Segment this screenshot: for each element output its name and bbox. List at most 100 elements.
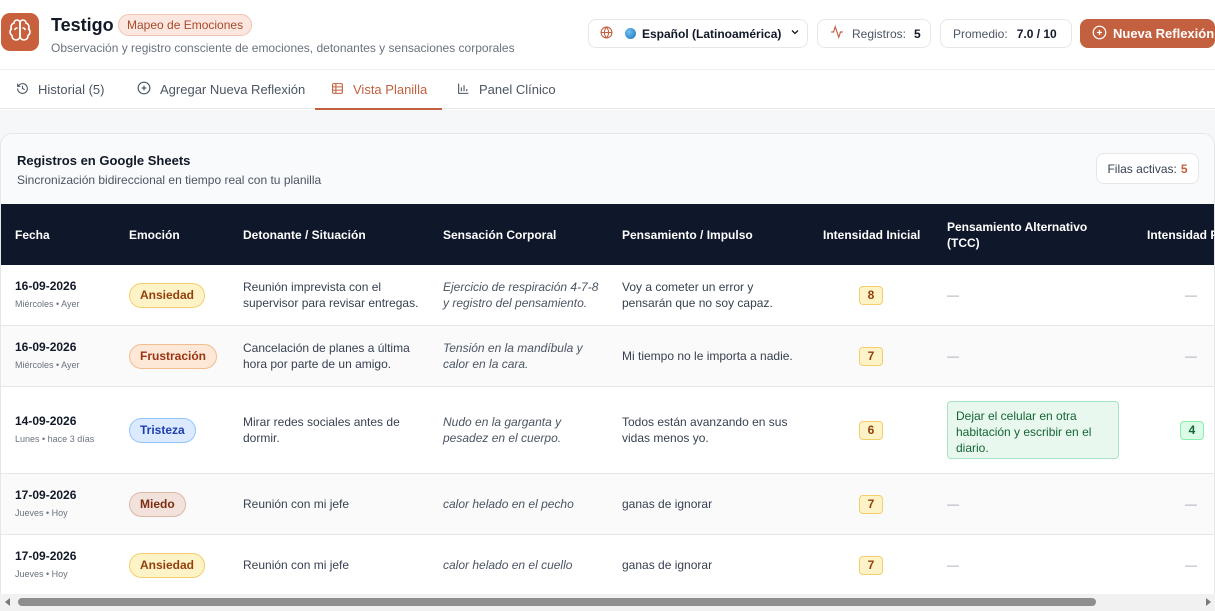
column-header: Pensamiento / Impulso bbox=[622, 227, 753, 242]
trigger-cell: Cancelación de planes a última hora por … bbox=[243, 326, 423, 386]
app-subtitle: Observación y registro consciente de emo… bbox=[51, 41, 515, 55]
history-icon bbox=[16, 82, 29, 98]
intensity-initial-cell: 8 bbox=[859, 265, 883, 325]
body-sensation-text: calor helado en el pecho bbox=[443, 497, 574, 511]
alt-thought-cell: — bbox=[947, 265, 959, 325]
emotion-badge: Ansiedad bbox=[129, 552, 206, 578]
date-value: 16-09-2026 bbox=[15, 279, 77, 293]
table-row[interactable]: 16-09-2026 Miércoles • Ayer Ansiedad Reunió… bbox=[1, 265, 1214, 326]
trigger-text: Reunión con mi jefe bbox=[243, 558, 350, 572]
body-sensation-text: Ejercicio de respiración 4-7-8 y registr… bbox=[443, 280, 599, 310]
table-row[interactable]: 17-09-2026 Jueves • Hoy Miedo Reunión con m… bbox=[1, 474, 1214, 535]
new-reflection-label: Nueva Reflexión bbox=[1113, 26, 1215, 41]
thought-cell: ganas de ignorar bbox=[622, 474, 797, 534]
plus-circle-icon bbox=[1092, 25, 1107, 43]
alt-thought-cell: — bbox=[947, 535, 959, 595]
tab-historial[interactable]: Historial (5) bbox=[16, 70, 104, 109]
scroll-thumb[interactable] bbox=[18, 598, 1096, 606]
body-sensation-cell: Nudo en la garganta y pesadez en el cuer… bbox=[443, 387, 603, 473]
emotion-badge: Frustración bbox=[129, 343, 218, 369]
date-cell: 17-09-2026 Jueves • Hoy bbox=[15, 474, 76, 534]
intensity-initial-cell: 7 bbox=[859, 326, 883, 386]
body-sensation-cell: calor helado en el pecho bbox=[443, 474, 603, 534]
table-row[interactable]: 14-09-2026 Lunes • hace 3 días Tristeza Mir… bbox=[1, 387, 1214, 474]
registros-label: Registros: bbox=[852, 26, 907, 41]
emotion-badge: Miedo bbox=[129, 491, 186, 517]
date-relative: Jueves • Hoy bbox=[15, 569, 68, 579]
registros-value: 5 bbox=[914, 26, 921, 41]
table-row[interactable]: 17-09-2026 Jueves • Hoy Ansiedad Reunión co… bbox=[1, 535, 1214, 596]
trigger-text: Reunión imprevista con el supervisor par… bbox=[243, 280, 419, 310]
trigger-cell: Reunión con mi jefe bbox=[243, 474, 423, 534]
date-value: 17-09-2026 bbox=[15, 488, 77, 502]
trigger-cell: Mirar redes sociales antes de dormir. bbox=[243, 387, 423, 473]
language-selector[interactable]: Español (Latinoamérica) bbox=[588, 19, 808, 48]
intensity-final-cell: — bbox=[1185, 326, 1197, 386]
trigger-cell: Reunión imprevista con el supervisor par… bbox=[243, 265, 423, 325]
body-sensation-cell: calor helado en el cuello bbox=[443, 535, 603, 595]
alt-thought-cell: Dejar el celular en otra habitación y es… bbox=[947, 387, 1119, 473]
intensity-initial-badge: 8 bbox=[859, 285, 883, 305]
tab-panel-clinico[interactable]: Panel Clínico bbox=[457, 70, 556, 109]
column-header: Intensidad F bbox=[1147, 227, 1215, 242]
trigger-text: Cancelación de planes a última hora por … bbox=[243, 341, 410, 371]
active-rows-value: 5 bbox=[1180, 161, 1188, 176]
chevron-down-icon bbox=[789, 26, 801, 41]
main-content: Registros en Google Sheets Sincronizació… bbox=[0, 110, 1215, 611]
app-header: Testigo Mapeo de Emociones Observación y… bbox=[0, 0, 1215, 70]
sheet-subtitle: Sincronización bidireccional en tiempo r… bbox=[17, 173, 322, 187]
intensity-final-empty: — bbox=[1185, 288, 1197, 302]
app-logo bbox=[1, 13, 39, 51]
intensity-final-cell: — bbox=[1185, 265, 1197, 325]
scroll-right-arrow-icon[interactable] bbox=[1206, 598, 1211, 606]
promedio-counter: Promedio: 7.0 / 10 bbox=[940, 19, 1072, 48]
promedio-label: Promedio: bbox=[953, 26, 1008, 41]
tab-vista-planilla[interactable]: Vista Planilla bbox=[314, 70, 443, 110]
emotion-cell: Miedo bbox=[129, 474, 186, 534]
emotion-cell: Ansiedad bbox=[129, 265, 206, 325]
registros-counter: Registros: 5 bbox=[817, 19, 931, 48]
intensity-final-cell: — bbox=[1185, 474, 1197, 534]
activity-icon bbox=[830, 24, 844, 42]
brain-icon bbox=[8, 18, 32, 47]
table-icon bbox=[331, 82, 344, 98]
sheet-title: Registros en Google Sheets bbox=[17, 153, 191, 168]
tab-bar: Historial (5) Agregar Nueva Reflexión Vi… bbox=[0, 70, 1215, 110]
tab-label: Panel Clínico bbox=[479, 82, 556, 97]
column-header: Detonante / Situación bbox=[243, 227, 366, 242]
intensity-initial-badge: 7 bbox=[859, 494, 883, 514]
emotion-cell: Tristeza bbox=[129, 387, 196, 473]
bar-chart-icon bbox=[457, 82, 470, 98]
column-header: Emoción bbox=[129, 227, 180, 242]
new-reflection-button[interactable]: Nueva Reflexión bbox=[1080, 19, 1215, 48]
alt-thought-box: Dejar el celular en otra habitación y es… bbox=[947, 401, 1119, 459]
table-row[interactable]: 16-09-2026 Miércoles • Ayer Frustración Can… bbox=[1, 326, 1214, 387]
thought-cell: Voy a cometer un error y pensarán que no… bbox=[622, 265, 797, 325]
intensity-initial-cell: 6 bbox=[859, 387, 883, 473]
intensity-final-cell: 4 bbox=[1180, 387, 1204, 473]
alt-thought-cell: — bbox=[947, 326, 959, 386]
date-cell: 14-09-2026 Lunes • hace 3 días bbox=[15, 387, 94, 473]
body-sensation-cell: Ejercicio de respiración 4-7-8 y registr… bbox=[443, 265, 603, 325]
app-title: Testigo bbox=[51, 15, 114, 35]
intensity-initial-badge: 6 bbox=[859, 420, 883, 440]
earth-flag-icon bbox=[625, 28, 636, 39]
intensity-initial-badge: 7 bbox=[859, 346, 883, 366]
trigger-text: Mirar redes sociales antes de dormir. bbox=[243, 415, 400, 445]
scroll-left-arrow-icon[interactable] bbox=[5, 598, 10, 606]
promedio-value: 7.0 / 10 bbox=[1016, 26, 1057, 41]
thought-text: Todos están avanzando en sus vidas menos… bbox=[622, 415, 788, 445]
app-badge: Mapeo de Emociones bbox=[118, 14, 253, 36]
trigger-text: Reunión con mi jefe bbox=[243, 497, 350, 511]
tab-label: Agregar Nueva Reflexión bbox=[160, 82, 306, 97]
date-relative: Jueves • Hoy bbox=[15, 508, 68, 518]
body-sensation-text: Tensión en la mandíbula y calor en la ca… bbox=[443, 341, 583, 371]
thought-text: Mi tiempo no le importa a nadie. bbox=[622, 349, 793, 363]
horizontal-scrollbar[interactable] bbox=[0, 594, 1215, 611]
alt-thought-cell: — bbox=[947, 474, 959, 534]
alt-thought-empty: — bbox=[947, 558, 959, 572]
alt-thought-empty: — bbox=[947, 288, 959, 302]
active-rows-badge: Filas activas: 5 bbox=[1096, 153, 1199, 184]
alt-thought-empty: — bbox=[947, 497, 959, 511]
tab-agregar[interactable]: Agregar Nueva Reflexión bbox=[137, 70, 305, 109]
